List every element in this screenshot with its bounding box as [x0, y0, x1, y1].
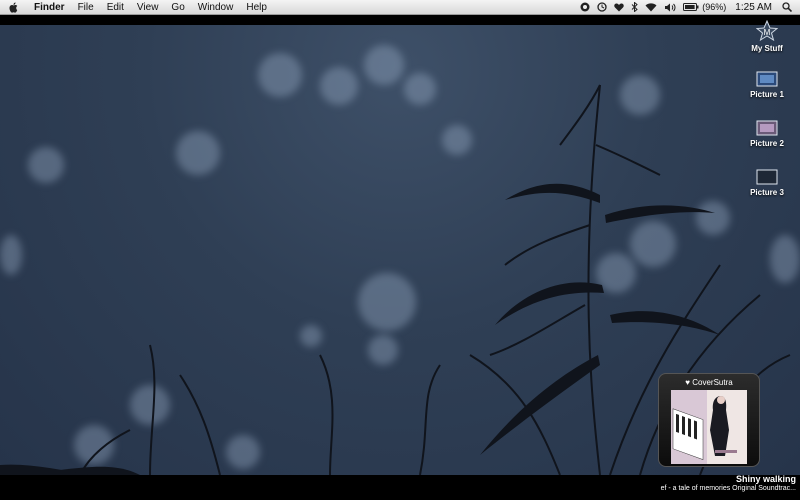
coversutra-title-row: ♥ CoverSutra — [659, 378, 759, 387]
track-title: Shiny walking — [735, 474, 796, 484]
menu-app-name[interactable]: Finder — [34, 2, 65, 13]
svg-text:M: M — [764, 28, 771, 37]
desktop-icon-picture-2[interactable]: Picture 2 — [737, 119, 797, 148]
desktop-icon-label: My Stuff — [751, 44, 783, 53]
menu-edit[interactable]: Edit — [107, 2, 124, 13]
menu-file[interactable]: File — [78, 2, 94, 13]
desktop-icon-my-stuff[interactable]: M My Stuff — [737, 20, 797, 53]
menu-extra-icon[interactable] — [580, 2, 590, 12]
album-title: ef - a tale of memories Original Soundtr… — [660, 485, 796, 492]
status-area: (96%) 1:25 AM — [573, 0, 792, 14]
apple-menu-icon[interactable] — [9, 1, 23, 13]
image-file-icon — [756, 120, 778, 136]
now-playing-info: Shiny walking ef - a tale of memories Or… — [560, 474, 796, 492]
menu-bar: Finder File Edit View Go Window Help (96… — [0, 0, 800, 15]
image-file-icon — [756, 71, 778, 87]
menu-view[interactable]: View — [137, 2, 159, 13]
menu-clock[interactable]: 1:25 AM — [735, 2, 772, 13]
wifi-icon[interactable] — [645, 2, 657, 12]
bluetooth-icon[interactable] — [631, 2, 639, 12]
coversutra-title: CoverSutra — [692, 378, 733, 387]
desktop-icon-label: Picture 1 — [750, 90, 784, 99]
desktop-icon-label: Picture 2 — [750, 139, 784, 148]
menu-window[interactable]: Window — [198, 2, 234, 13]
coversutra-widget[interactable]: ♥ CoverSutra — [658, 373, 760, 467]
battery-indicator[interactable]: (96%) — [683, 2, 726, 12]
battery-percent: (96%) — [702, 2, 727, 12]
image-file-icon — [756, 169, 778, 185]
menu-go[interactable]: Go — [171, 2, 184, 13]
menu-help[interactable]: Help — [246, 2, 267, 13]
star-folder-icon: M — [756, 20, 778, 42]
album-art[interactable] — [671, 390, 747, 464]
heart-icon[interactable]: ♥ — [685, 378, 690, 387]
battery-icon — [683, 3, 699, 11]
spotlight-search-icon[interactable] — [782, 2, 792, 12]
desktop-icon-picture-3[interactable]: Picture 3 — [737, 168, 797, 197]
heart-icon[interactable] — [614, 3, 625, 12]
menu-bar-shadow — [0, 15, 800, 25]
desktop-icon-label: Picture 3 — [750, 188, 784, 197]
desktop-icon-picture-1[interactable]: Picture 1 — [737, 70, 797, 99]
volume-icon[interactable] — [664, 3, 676, 12]
time-machine-icon[interactable] — [597, 2, 607, 12]
